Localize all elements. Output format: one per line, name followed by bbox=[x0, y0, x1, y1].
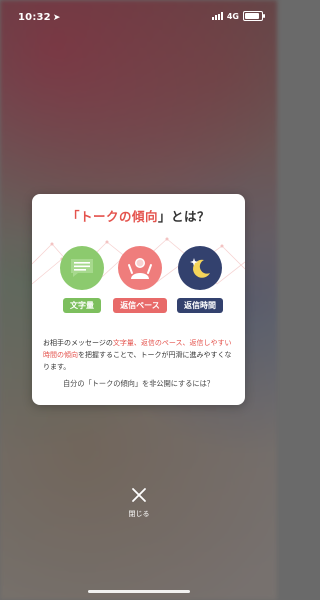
home-indicator bbox=[88, 590, 190, 593]
moon-star-icon bbox=[178, 246, 222, 290]
title-suffix: 」とは？ bbox=[158, 209, 211, 224]
network-type: 4G bbox=[226, 11, 239, 21]
feature-label: 返信ペース bbox=[113, 298, 167, 313]
status-time: 10:32 ➤ bbox=[18, 12, 61, 23]
make-private-link[interactable]: 自分の「トークの傾向」を非公開にするには？ bbox=[32, 379, 245, 389]
battery-level bbox=[245, 13, 259, 19]
status-indicators: 4G bbox=[211, 11, 265, 21]
close-label: 閉じる bbox=[128, 510, 150, 518]
feature-label: 文字量 bbox=[63, 298, 101, 313]
modal-description: お相手のメッセージの文字量、返信のペース、返信しやすい時間の傾向を把握することで… bbox=[43, 337, 234, 373]
cellular-signal-icon bbox=[211, 12, 223, 20]
feature-reply-pace: 返信ペース bbox=[112, 246, 168, 313]
modal-title: 「トークの傾向」とは？ bbox=[32, 206, 245, 225]
feature-text-volume: 文字量 bbox=[54, 246, 110, 313]
location-arrow-icon: ➤ bbox=[52, 13, 61, 23]
title-highlight: トークの傾向 bbox=[79, 209, 158, 224]
feature-label: 返信時間 bbox=[177, 298, 223, 313]
feature-reply-time: 返信時間 bbox=[172, 246, 228, 313]
battery-icon bbox=[243, 11, 265, 21]
trend-info-modal: 「トークの傾向」とは？ 文字量 返信ペース 返信時間 お相手のメッセージの文字量… bbox=[32, 194, 245, 405]
person-waving-icon bbox=[118, 246, 162, 290]
status-bar: 10:32 ➤ 4G bbox=[0, 0, 277, 34]
title-bracket-open: 「 bbox=[66, 209, 80, 224]
close-button[interactable]: 閉じる bbox=[120, 487, 158, 519]
close-icon bbox=[132, 488, 146, 502]
clock-text: 10:32 bbox=[18, 12, 51, 23]
text-lines-icon bbox=[60, 246, 104, 290]
description-text: お相手のメッセージの bbox=[43, 339, 113, 347]
